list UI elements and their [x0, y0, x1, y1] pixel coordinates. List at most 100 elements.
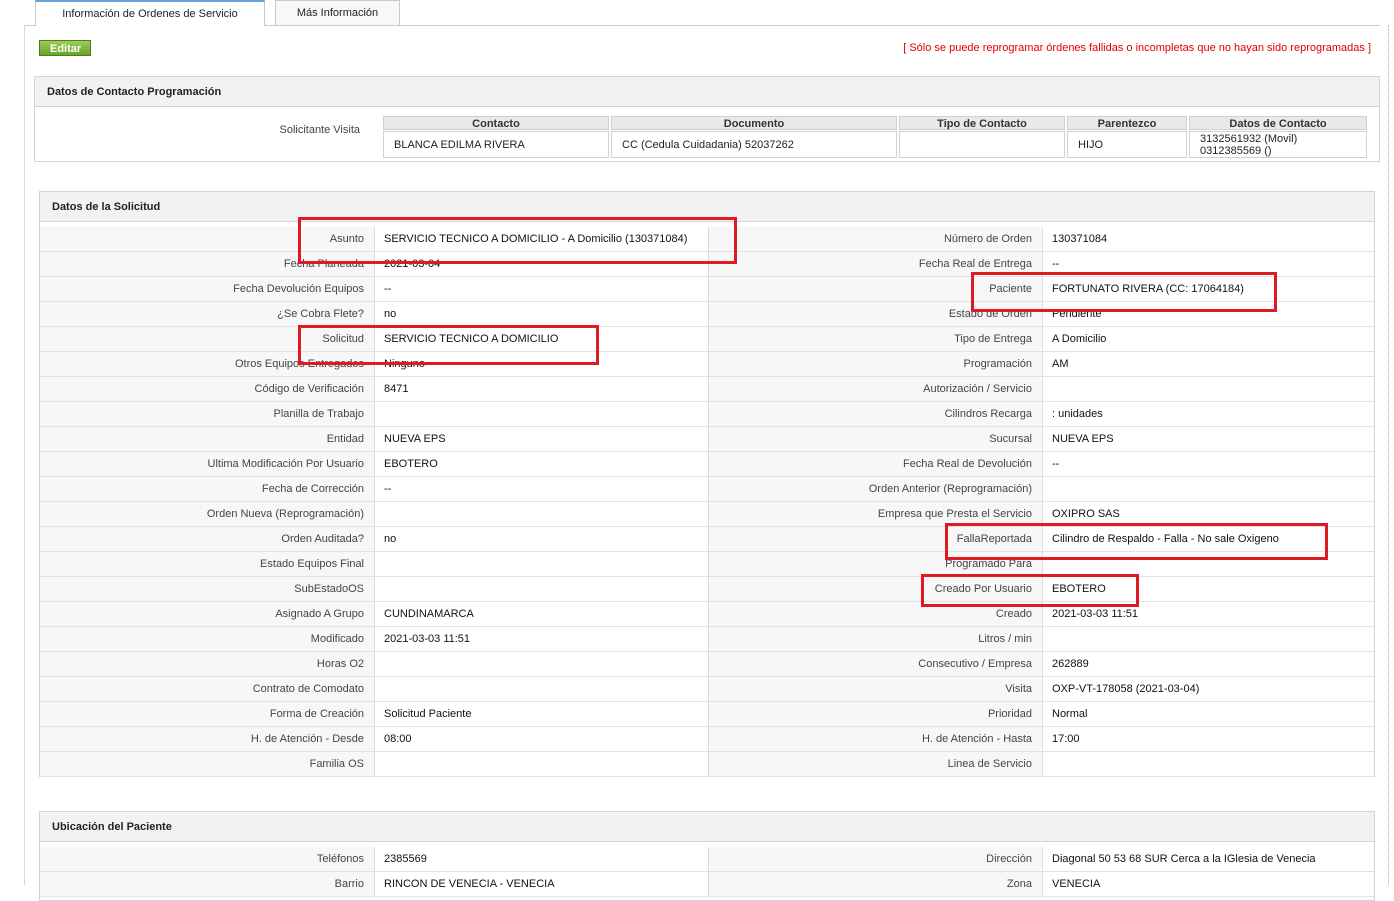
column-separator: [374, 377, 375, 401]
programado-para-label: Programado Para: [708, 552, 1042, 576]
request-panel: Datos de la Solicitud Asunto SERVICIO TEC…: [39, 191, 1375, 777]
column-separator: [374, 352, 375, 376]
table-row: Teléfonos 2385569 Dirección Diagonal 50 53 …: [40, 847, 1374, 872]
sucursal-label: Sucursal: [708, 427, 1042, 451]
column-separator: [708, 702, 709, 726]
empresa-que-presta-el-servicio-label: Empresa que Presta el Servicio: [708, 502, 1042, 526]
column-separator: [708, 477, 709, 501]
zona-value: VENECIA: [1042, 872, 1374, 896]
column-separator: [1042, 302, 1043, 326]
codigo-de-verificacion-label: Código de Verificación: [40, 377, 374, 401]
solicitante-visita-label: Solicitante Visita: [279, 124, 360, 136]
consecutivo-empresa-value: 262889: [1042, 652, 1374, 676]
column-separator: [1042, 277, 1043, 301]
table-row: Fecha de Corrección -- Orden Anterior (Rep…: [40, 477, 1374, 502]
contact-name: BLANCA EDILMA RIVERA: [383, 131, 609, 158]
content-border-right: [1388, 25, 1389, 885]
horas-o2-value: [374, 652, 708, 676]
contact-header-datos: Datos de Contacto: [1189, 116, 1367, 130]
creado-por-usuario-label: Creado Por Usuario: [708, 577, 1042, 601]
column-separator: [374, 402, 375, 426]
tipo-de-entrega-label: Tipo de Entrega: [708, 327, 1042, 351]
direccion-label: Dirección: [708, 847, 1042, 871]
solicitud-label: Solicitud: [40, 327, 374, 351]
litros-min-label: Litros / min: [708, 627, 1042, 651]
column-separator: [708, 352, 709, 376]
column-separator: [708, 502, 709, 526]
contact-type: [899, 131, 1065, 158]
entidad-label: Entidad: [40, 427, 374, 451]
column-separator: [374, 502, 375, 526]
column-separator: [708, 602, 709, 626]
column-separator: [1042, 727, 1043, 751]
sucursal-value: NUEVA EPS: [1042, 427, 1374, 451]
creado-por-usuario-value: EBOTERO: [1042, 577, 1374, 601]
contact-phone-mobile: 3132561932 (Movil): [1200, 133, 1298, 145]
barrio-value: RINCON DE VENECIA - VENECIA: [374, 872, 708, 896]
subestadoos-value: [374, 577, 708, 601]
column-separator: [374, 847, 375, 871]
table-row: Asunto SERVICIO TECNICO A DOMICILIO - A D…: [40, 227, 1374, 252]
request-panel-title: Datos de la Solicitud: [40, 192, 1374, 222]
planilla-de-trabajo-value: [374, 402, 708, 426]
column-separator: [1042, 677, 1043, 701]
otros-equipos-entregados-label: Otros Equipos Entregados: [40, 352, 374, 376]
fallareportada-label: FallaReportada: [708, 527, 1042, 551]
table-row: Estado Equipos Final Programado Para: [40, 552, 1374, 577]
contact-relationship: HIJO: [1067, 131, 1187, 158]
subestadoos-label: SubEstadoOS: [40, 577, 374, 601]
column-separator: [1042, 252, 1043, 276]
creado-label: Creado: [708, 602, 1042, 626]
column-separator: [374, 452, 375, 476]
column-separator: [1042, 377, 1043, 401]
column-separator: [708, 302, 709, 326]
telefonos-value: 2385569: [374, 847, 708, 871]
tab-mas-informacion[interactable]: Más Información: [275, 0, 400, 25]
ultima-modificacion-por-usuario-label: Ultima Modificación Por Usuario: [40, 452, 374, 476]
asunto-value: SERVICIO TECNICO A DOMICILIO - A Domicil…: [374, 227, 708, 251]
column-separator: [1042, 427, 1043, 451]
direccion-value: Diagonal 50 53 68 SUR Cerca a la IGlesia…: [1042, 847, 1374, 871]
tab-informacion-ordenes[interactable]: Información de Ordenes de Servicio: [35, 0, 265, 26]
modificado-label: Modificado: [40, 627, 374, 651]
column-separator: [1042, 452, 1043, 476]
fecha-planeada-label: Fecha Planeada: [40, 252, 374, 276]
zona-label: Zona: [708, 872, 1042, 896]
table-row: Familia OS Linea de Servicio: [40, 752, 1374, 777]
planilla-de-trabajo-label: Planilla de Trabajo: [40, 402, 374, 426]
column-separator: [708, 327, 709, 351]
tab-bar: Información de Ordenes de Servicio Más I…: [0, 0, 1394, 26]
contrato-de-comodato-value: [374, 677, 708, 701]
table-row: Modificado 2021-03-03 11:51 Litros / min: [40, 627, 1374, 652]
column-separator: [374, 677, 375, 701]
column-separator: [1042, 402, 1043, 426]
column-separator: [374, 602, 375, 626]
column-separator: [708, 252, 709, 276]
estado-de-orden-label: Estado de Orden: [708, 302, 1042, 326]
telefonos-label: Teléfonos: [40, 847, 374, 871]
edit-button[interactable]: Editar: [39, 40, 91, 56]
column-separator: [1042, 577, 1043, 601]
column-separator: [708, 727, 709, 751]
autorizacion-servicio-value: [1042, 377, 1374, 401]
fecha-real-de-entrega-label: Fecha Real de Entrega: [708, 252, 1042, 276]
orden-auditada-label: Orden Auditada?: [40, 527, 374, 551]
prioridad-label: Prioridad: [708, 702, 1042, 726]
table-row: Orden Auditada? no FallaReportada Cilindro …: [40, 527, 1374, 552]
column-separator: [374, 327, 375, 351]
programacion-value: AM: [1042, 352, 1374, 376]
column-separator: [374, 527, 375, 551]
numero-de-orden-value: 130371084: [1042, 227, 1374, 251]
modificado-value: 2021-03-03 11:51: [374, 627, 708, 651]
column-separator: [708, 847, 709, 871]
numero-de-orden-label: Número de Orden: [708, 227, 1042, 251]
horas-o2-label: Horas O2: [40, 652, 374, 676]
column-separator: [1042, 552, 1043, 576]
column-separator: [1042, 502, 1043, 526]
h-de-atencion-hasta-value: 17:00: [1042, 727, 1374, 751]
visita-label: Visita: [708, 677, 1042, 701]
otros-equipos-entregados-value: Ninguno: [374, 352, 708, 376]
column-separator: [708, 527, 709, 551]
column-separator: [708, 402, 709, 426]
column-separator: [374, 627, 375, 651]
